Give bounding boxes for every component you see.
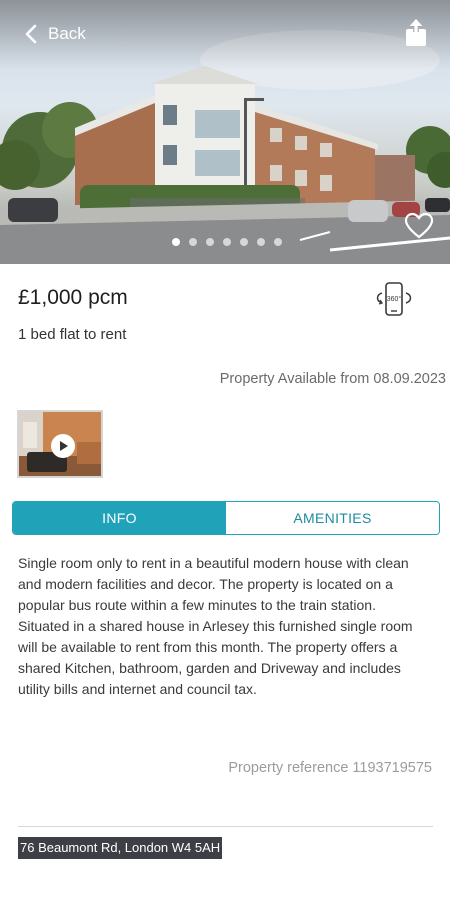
carousel-dot[interactable] [240, 238, 248, 246]
play-icon[interactable] [51, 434, 75, 458]
listing-price: £1,000 pcm [18, 286, 128, 309]
carousel-dot[interactable] [223, 238, 231, 246]
carousel-dot[interactable] [274, 238, 282, 246]
property-description: Single room only to rent in a beautiful … [18, 555, 413, 697]
carousel-dots [172, 238, 282, 246]
carousel-dot[interactable] [257, 238, 265, 246]
chevron-left-icon [25, 24, 37, 44]
carousel-dot[interactable] [189, 238, 197, 246]
tab-info[interactable]: INFO [13, 502, 226, 534]
video-thumbnail[interactable] [17, 410, 103, 478]
share-icon[interactable] [404, 19, 428, 47]
tab-amenities[interactable]: AMENITIES [226, 502, 439, 534]
tour-badge-text: 360° [387, 295, 402, 303]
back-label: Back [48, 24, 86, 43]
divider [18, 826, 433, 827]
property-address: 76 Beaumont Rd, London W4 5AH [18, 837, 223, 859]
favorite-heart-icon[interactable] [404, 212, 434, 240]
availability-date: Property Available from 08.09.2023 [219, 371, 446, 387]
info-amenities-tabs: INFO AMENITIES [12, 501, 440, 535]
360-phone-icon[interactable]: 360° [374, 280, 414, 318]
property-photo-carousel[interactable]: Back [0, 0, 450, 264]
carousel-dot[interactable] [172, 238, 180, 246]
listing-title: 1 bed flat to rent [18, 326, 127, 343]
property-reference: Property reference 1193719575 [228, 760, 432, 776]
back-button[interactable]: Back [22, 20, 86, 48]
carousel-dot[interactable] [206, 238, 214, 246]
